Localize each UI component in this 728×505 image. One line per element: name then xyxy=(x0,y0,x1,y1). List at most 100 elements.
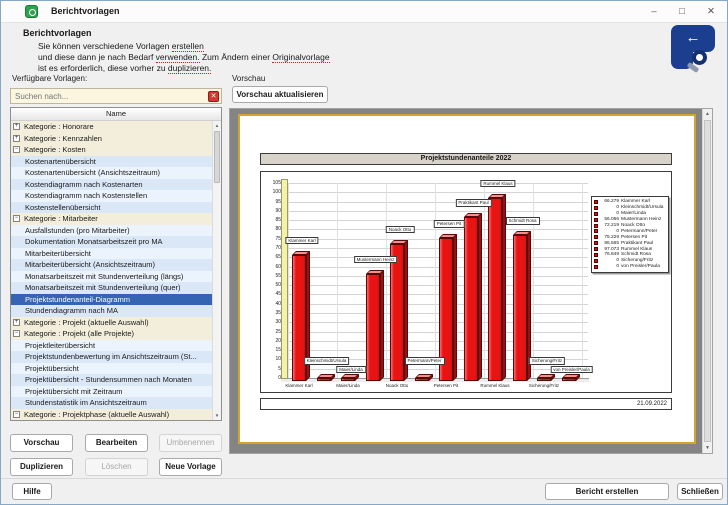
tree-template-row[interactable]: Projektübersicht - Stundensummen nach Mo… xyxy=(11,374,212,386)
bar[interactable] xyxy=(341,378,355,381)
bar-label-callout: von Preisler/Paula xyxy=(550,366,593,374)
scroll-down-icon[interactable]: ▼ xyxy=(703,443,712,453)
neue-vorlage-button[interactable]: Neue Vorlage xyxy=(159,458,222,476)
scrollbar-thumb[interactable] xyxy=(704,120,711,442)
tree-template-row[interactable]: Projektübersicht mit Zeitraum xyxy=(11,386,212,398)
bar-label-callout: Sicherung/Fritz xyxy=(529,357,565,365)
minimize-button[interactable]: – xyxy=(641,2,667,22)
expand-icon[interactable]: + xyxy=(13,123,20,130)
tree-template-row[interactable]: Projektstundenanteil-Diagramm xyxy=(11,294,212,306)
y-axis-tick-label: 95 xyxy=(261,199,281,205)
x-axis-tick-label: Maier/Linda xyxy=(336,383,360,388)
legend-name: Praktikant Paul xyxy=(621,241,653,246)
legend-value: 66.279 xyxy=(598,199,619,204)
scroll-down-icon[interactable]: ▼ xyxy=(213,411,221,420)
maximize-button[interactable]: □ xyxy=(669,2,695,22)
y-axis-tick-label: 30 xyxy=(261,319,281,325)
tree-row-label: Mitarbeiterübersicht xyxy=(25,248,91,260)
legend-value: 86.565 xyxy=(598,241,619,246)
tree-template-row[interactable]: Mitarbeiterübersicht xyxy=(11,248,212,260)
preview-viewport[interactable]: Projektstundenanteile 2022 0510152025303… xyxy=(229,108,713,454)
y-axis-tick-label: 90 xyxy=(261,208,281,214)
bar[interactable] xyxy=(415,378,429,381)
tree-template-row[interactable]: Dokumentation Monatsarbeitszeit pro MA xyxy=(11,236,212,248)
scrollbar-thumb[interactable] xyxy=(214,131,220,183)
y-axis-tick-label: 40 xyxy=(261,301,281,307)
refresh-preview-button[interactable]: Vorschau aktualisieren xyxy=(232,86,328,103)
schliessen-button[interactable]: Schließen xyxy=(677,483,723,500)
gridline xyxy=(287,211,588,212)
bar[interactable] xyxy=(317,378,331,381)
duplizieren-button[interactable]: Duplizieren xyxy=(10,458,73,476)
bar-label-callout: Petersen Pit xyxy=(434,220,465,228)
tree-category-row[interactable]: +Kategorie : Honorare xyxy=(11,121,212,133)
bar[interactable] xyxy=(562,378,576,381)
tree-category-row[interactable]: −Kategorie : Kosten xyxy=(11,144,212,156)
hilfe-button[interactable]: Hilfe xyxy=(12,483,52,500)
bar-label-callout: Petermann/Peter xyxy=(404,357,444,365)
y-axis-tick-label: 60 xyxy=(261,264,281,270)
vorschau-button[interactable]: Vorschau xyxy=(10,434,73,452)
header-description: Sie können verschiedene Vorlagen erstell… xyxy=(38,41,330,74)
legend-entry: 0Petermann/Peter xyxy=(593,228,667,234)
tree-template-row[interactable]: Kostendiagramm nach Kostenstellen xyxy=(11,190,212,202)
tree-template-row[interactable]: Monatsarbeitszeit mit Stundenverteilung … xyxy=(11,271,212,283)
tree-row-label: Projektstundenbewertung im Ansichtszeitr… xyxy=(25,351,197,363)
titlebar[interactable]: Berichtvorlagen – □ ✕ xyxy=(1,1,727,23)
tree-row-label: Stundendiagramm nach MA xyxy=(25,305,118,317)
collapse-icon[interactable]: − xyxy=(13,330,20,337)
clear-search-icon[interactable]: ✕ xyxy=(208,91,219,102)
gridline xyxy=(287,267,588,268)
bar[interactable] xyxy=(488,198,502,381)
tree-category-row[interactable]: −Kategorie : Projektphase (aktuelle Ausw… xyxy=(11,409,212,421)
tree-template-row[interactable]: Kostenartenübersicht xyxy=(11,156,212,168)
search-input[interactable] xyxy=(11,89,207,103)
preview-page: Projektstundenanteile 2022 0510152025303… xyxy=(238,114,696,444)
tree-row-label: Kostenstellenübersicht xyxy=(25,202,100,214)
tree-category-row[interactable]: −Kategorie : Projekt (alle Projekte) xyxy=(11,328,212,340)
expand-icon[interactable]: + xyxy=(13,319,20,326)
collapse-icon[interactable]: − xyxy=(13,411,20,418)
scroll-up-icon[interactable]: ▲ xyxy=(703,109,712,119)
expand-icon[interactable]: + xyxy=(13,135,20,142)
tree-scrollbar[interactable]: ▲ ▼ xyxy=(212,121,221,420)
bar[interactable] xyxy=(390,244,404,381)
window-title: Berichtvorlagen xyxy=(51,1,120,22)
name-column-header[interactable]: Name xyxy=(11,108,221,121)
bar[interactable] xyxy=(513,235,527,381)
gridline xyxy=(484,183,485,378)
bar[interactable] xyxy=(464,217,478,381)
tree-template-row[interactable]: Ausfallstunden (pro Mitarbeiter) xyxy=(11,225,212,237)
legend-name: von Preisler/Paula xyxy=(621,264,660,269)
scroll-up-icon[interactable]: ▲ xyxy=(213,121,221,130)
tree-template-row[interactable]: Kostenartenübersicht (Ansichtszeitraum) xyxy=(11,167,212,179)
tree-template-row[interactable]: Stundenstatistik im Ansichtszeitraum xyxy=(11,397,212,409)
tree-template-row[interactable]: Projektstundenbewertung im Ansichtszeitr… xyxy=(11,351,212,363)
bar[interactable] xyxy=(537,378,551,381)
collapse-icon[interactable]: − xyxy=(13,215,20,222)
tree-template-row[interactable]: Mitarbeiterübersicht (Ansichtszeitraum) xyxy=(11,259,212,271)
close-button[interactable]: ✕ xyxy=(698,2,724,22)
legend-entry: 0von Preisler/Paula xyxy=(593,264,667,270)
preview-scrollbar[interactable]: ▲ ▼ xyxy=(702,109,712,453)
bar[interactable] xyxy=(366,274,380,381)
tree-template-row[interactable]: Kostenstellenübersicht xyxy=(11,202,212,214)
tree-template-row[interactable]: Monatsarbeitszeit mit Stundenverteilung … xyxy=(11,282,212,294)
bericht-erstellen-button[interactable]: Bericht erstellen xyxy=(545,483,669,500)
header-description-line: und diese dann je nach Bedarf verwenden.… xyxy=(38,52,330,63)
tree-row-label: Kategorie : Projektphase (aktuelle Auswa… xyxy=(24,409,169,421)
collapse-icon[interactable]: − xyxy=(13,146,20,153)
x-axis-tick-label: Noack Otto xyxy=(386,383,409,388)
tree-template-row[interactable]: Stundendiagramm nach MA xyxy=(11,305,212,317)
y-axis-tick-label: 25 xyxy=(261,329,281,335)
bar-label-callout: Schmidt Rosa xyxy=(505,217,539,225)
bar-label-callout: Rummel Klaus xyxy=(480,180,515,188)
gridline xyxy=(287,229,588,230)
tree-template-row[interactable]: Kostendiagramm nach Kostenarten xyxy=(11,179,212,191)
tree-template-row[interactable]: Projektleiterübersicht xyxy=(11,340,212,352)
tree-template-row[interactable]: Projektübersicht xyxy=(11,363,212,375)
tree-category-row[interactable]: +Kategorie : Kennzahlen xyxy=(11,133,212,145)
bearbeiten-button[interactable]: Bearbeiten xyxy=(85,434,148,452)
tree-category-row[interactable]: −Kategorie : Mitarbeiter xyxy=(11,213,212,225)
tree-category-row[interactable]: +Kategorie : Projekt (aktuelle Auswahl) xyxy=(11,317,212,329)
